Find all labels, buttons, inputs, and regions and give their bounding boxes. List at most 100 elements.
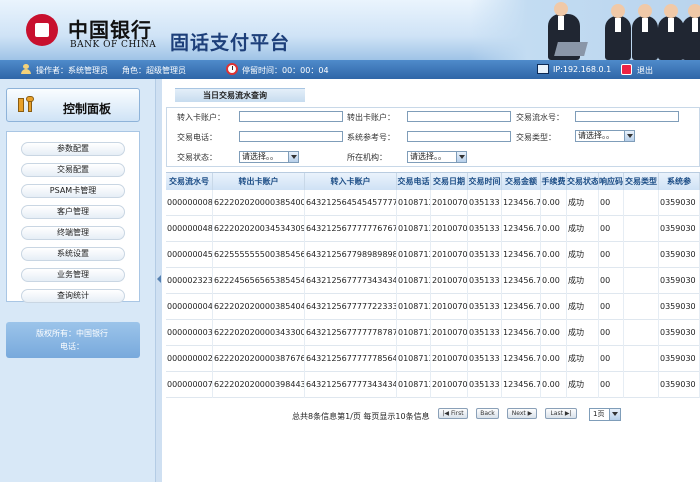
last-page-button[interactable]: Last ▶| (545, 408, 577, 419)
txn-status-select[interactable]: 请选择。。 (239, 151, 299, 163)
cell-time: 035133 (468, 242, 502, 268)
chevron-down-icon (609, 409, 620, 420)
phone-input[interactable] (239, 131, 343, 142)
copyright-box: 版权所有：中国银行 电话： (6, 322, 140, 358)
control-panel-header: 控制面板 (6, 88, 140, 122)
cell-out-account: 6222020200345343098 (213, 216, 305, 242)
clock-icon (226, 63, 238, 75)
col-header-date: 交易日期 (431, 173, 468, 190)
cell-serial: 0000000454 (166, 242, 213, 268)
table-row[interactable]: 0000000454 6225555555003854564 64321256779… (166, 242, 700, 268)
logout-icon[interactable] (621, 64, 632, 75)
cell-amount: 123456.78 (502, 190, 541, 216)
cell-out-account: 6222020200003433003 (213, 320, 305, 346)
first-page-button[interactable]: |◀ First (438, 408, 468, 419)
cell-phone: 0108713 (397, 216, 431, 242)
table-row[interactable]: 0000023232 6222456565653854543 64321256777… (166, 268, 700, 294)
txn-type-select[interactable]: 请选择。。 (575, 130, 635, 142)
cell-resp-code: 00 (599, 294, 624, 320)
cell-out-account: 6222020200003984435 (213, 372, 305, 398)
cell-fee: 0.00 (541, 346, 567, 372)
cell-status: 成功 (567, 242, 599, 268)
cell-serial: 0000000034 (166, 320, 213, 346)
monitor-icon (537, 64, 549, 74)
stay-time-text: 停留时间：00：00：04 (242, 66, 329, 75)
role-text: 角色：超级管理员 (122, 66, 186, 75)
out-account-label: 转出卡账户： (347, 113, 395, 122)
logout-link[interactable]: 退出 (637, 65, 653, 76)
out-account-input[interactable] (407, 111, 511, 122)
cell-resp-code: 00 (599, 216, 624, 242)
cell-resp-code: 00 (599, 268, 624, 294)
org-select[interactable]: 请选择。。 (407, 151, 467, 163)
cell-status: 成功 (567, 320, 599, 346)
chevron-down-icon (288, 152, 298, 162)
table-row[interactable]: 0000000488 6222020200345343098 64321256777… (166, 216, 700, 242)
cell-ref: 0359030 (659, 242, 700, 268)
sidebar-item-customer[interactable]: 客户管理 (21, 205, 125, 219)
cell-in-account: 6432125677777785645 (305, 346, 397, 372)
cell-phone: 0108713 (397, 320, 431, 346)
table-row[interactable]: 0000000088 6222020200003854003 64321256454… (166, 190, 700, 216)
pager-info: 总共8条信息第1/页 每页显示10条信息 (292, 412, 430, 421)
sidebar-item-txn-config[interactable]: 交易配置 (21, 163, 125, 177)
cell-date: 20100705 (431, 268, 468, 294)
page-select[interactable]: 1页 (589, 408, 621, 421)
sidebar-collapse-strip[interactable] (155, 79, 162, 482)
cell-phone: 0108713 (397, 346, 431, 372)
in-account-input[interactable] (239, 111, 343, 122)
cell-type (624, 294, 659, 320)
org-value: 请选择。。 (410, 152, 446, 161)
cell-amount: 123456.78 (502, 346, 541, 372)
cell-in-account: 6432125677777767674 (305, 216, 397, 242)
cell-in-account: 6432125677773434343434 (305, 268, 397, 294)
in-account-label: 转入卡账户： (177, 113, 225, 122)
chevron-down-icon (456, 152, 466, 162)
sidebar-item-psam[interactable]: PSAM卡管理 (21, 184, 125, 198)
cell-phone: 0108713 (397, 372, 431, 398)
serial-no-input[interactable] (575, 111, 679, 122)
table-row[interactable]: 0000000034 6222020200003433003 64321256777… (166, 320, 700, 346)
operator-text: 操作者：系统管理员 (36, 66, 108, 75)
col-header-time: 交易时间 (468, 173, 502, 190)
cell-resp-code: 00 (599, 372, 624, 398)
cell-ref: 0359030 (659, 268, 700, 294)
table-row[interactable]: 0000000045 6222020200003854043 64321256777… (166, 294, 700, 320)
staff-figure (658, 4, 684, 60)
cell-date: 20100705 (431, 216, 468, 242)
next-page-button[interactable]: Next ▶ (507, 408, 537, 419)
col-header-ref: 系统参 (659, 173, 700, 190)
cell-resp-code: 00 (599, 320, 624, 346)
ref-no-input[interactable] (407, 131, 511, 142)
app-header: 中国银行 BANK OF CHINA 固话支付平台 (0, 0, 700, 60)
sidebar-item-system[interactable]: 系统设置 (21, 247, 125, 261)
cell-status: 成功 (567, 294, 599, 320)
cell-ref: 0359030 (659, 216, 700, 242)
cell-serial: 0000000088 (166, 190, 213, 216)
txn-type-value: 请选择。。 (578, 131, 614, 140)
cell-type (624, 372, 659, 398)
pager: 总共8条信息第1/页 每页显示10条信息 |◀ First Back Next … (162, 407, 700, 423)
staff-figure (682, 4, 700, 60)
sidebar-item-param-config[interactable]: 参数配置 (21, 142, 125, 156)
table-row[interactable]: 0000000078 6222020200003984435 64321256777… (166, 372, 700, 398)
cell-type (624, 216, 659, 242)
collapse-arrow-icon[interactable] (157, 275, 161, 283)
cell-out-account: 6222456565653854543 (213, 268, 305, 294)
cell-phone: 0108713 (397, 268, 431, 294)
phone-text: 电话： (60, 342, 84, 351)
sidebar-item-terminal[interactable]: 终端管理 (21, 226, 125, 240)
cell-in-account: 6432125677989898989 (305, 242, 397, 268)
ip-text: IP:192.168.0.1 (553, 65, 612, 74)
table-row[interactable]: 0000000023 6222020200003876767 64321256777… (166, 346, 700, 372)
bank-name-cn: 中国银行 (68, 18, 152, 42)
cell-date: 20100705 (431, 320, 468, 346)
col-header-in-account: 转入卡账户 (305, 173, 397, 190)
back-button[interactable]: Back (476, 408, 499, 419)
cell-serial: 0000023232 (166, 268, 213, 294)
phone-label: 交易电话： (177, 133, 217, 142)
sidebar-item-business[interactable]: 业务管理 (21, 268, 125, 282)
sidebar-item-query[interactable]: 查询统计 (21, 289, 125, 303)
cell-phone: 0108713 (397, 294, 431, 320)
cell-date: 20100705 (431, 346, 468, 372)
